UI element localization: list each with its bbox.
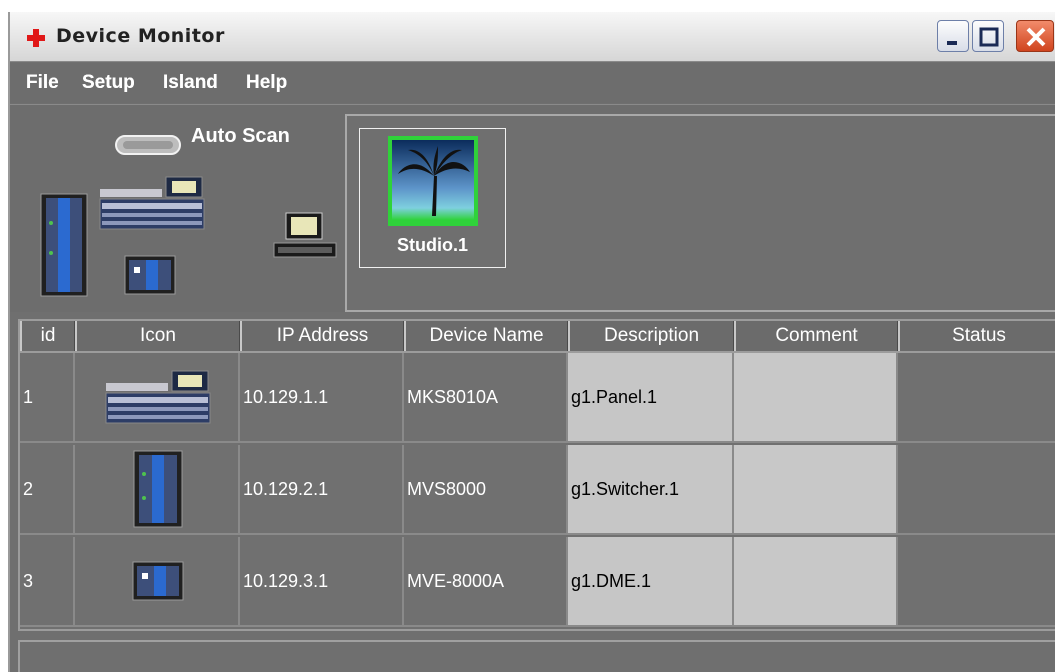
column-header-icon[interactable]: Icon <box>75 321 240 351</box>
island-name: Studio.1 <box>397 235 468 255</box>
menu-island[interactable]: Island <box>163 72 218 94</box>
dme-icon <box>132 561 184 601</box>
maximize-button[interactable] <box>972 20 1004 52</box>
device-monitor-window: Device Monitor File Setup Island Help Au… <box>8 12 1055 672</box>
panel-icon <box>105 370 211 424</box>
table-row[interactable]: 2 10.129.2.1 MVS8000 g1.Switcher.1 <box>20 445 1055 535</box>
cell-icon <box>75 353 240 441</box>
dme-device-icon[interactable] <box>124 255 176 295</box>
cell-id: 1 <box>20 353 75 441</box>
cell-device-name: MVS8000 <box>404 445 568 533</box>
island-studio-card[interactable]: Studio.1 <box>359 128 506 268</box>
switcher-device-icon[interactable] <box>40 193 88 297</box>
device-palette-panel: Auto Scan Studio.1 <box>10 104 1055 312</box>
close-button[interactable] <box>1016 20 1054 52</box>
cell-description[interactable]: g1.Switcher.1 <box>568 445 734 533</box>
cell-device-name: MVE-8000A <box>404 537 568 625</box>
minimize-button[interactable] <box>937 20 969 52</box>
cell-comment[interactable] <box>734 537 898 625</box>
cell-id: 2 <box>20 445 75 533</box>
palm-tree-icon <box>388 136 478 226</box>
minimize-icon <box>947 41 957 45</box>
table-header: id Icon IP Address Device Name Descripti… <box>20 321 1055 353</box>
cell-status <box>898 537 1055 625</box>
cell-description[interactable]: g1.Panel.1 <box>568 353 734 441</box>
device-table: id Icon IP Address Device Name Descripti… <box>18 319 1055 631</box>
cell-device-name: MKS8010A <box>404 353 568 441</box>
cell-description[interactable]: g1.DME.1 <box>568 537 734 625</box>
cell-comment[interactable] <box>734 353 898 441</box>
cell-status <box>898 353 1055 441</box>
table-row[interactable]: 1 10.129.1.1 MKS8010A g1.Panel.1 <box>20 353 1055 443</box>
column-header-status[interactable]: Status <box>898 321 1055 351</box>
cell-comment[interactable] <box>734 445 898 533</box>
maximize-icon <box>979 27 999 47</box>
window-title: Device Monitor <box>56 25 225 47</box>
menu-setup[interactable]: Setup <box>82 72 135 94</box>
switcher-icon <box>133 450 183 528</box>
menu-bar: File Setup Island Help <box>10 63 1055 103</box>
menu-file[interactable]: File <box>26 72 59 94</box>
computer-icon[interactable] <box>272 211 338 261</box>
close-icon <box>1026 27 1046 47</box>
status-bar <box>18 640 1055 672</box>
cell-ip-address: 10.129.3.1 <box>240 537 404 625</box>
column-header-id[interactable]: id <box>20 321 75 351</box>
menu-help[interactable]: Help <box>246 72 287 94</box>
column-header-ip-address[interactable]: IP Address <box>240 321 404 351</box>
cell-ip-address: 10.129.1.1 <box>240 353 404 441</box>
panel-device-icon[interactable] <box>98 175 206 231</box>
title-bar[interactable]: Device Monitor <box>10 12 1055 62</box>
table-row[interactable]: 3 10.129.3.1 MVE-8000A g1.DME.1 <box>20 537 1055 627</box>
column-header-comment[interactable]: Comment <box>734 321 898 351</box>
cell-id: 3 <box>20 537 75 625</box>
cell-icon <box>75 537 240 625</box>
cell-ip-address: 10.129.2.1 <box>240 445 404 533</box>
auto-scan-toggle[interactable] <box>115 135 181 155</box>
cell-icon <box>75 445 240 533</box>
auto-scan-label: Auto Scan <box>191 125 290 147</box>
red-cross-icon <box>27 29 45 47</box>
column-header-device-name[interactable]: Device Name <box>404 321 568 351</box>
column-header-description[interactable]: Description <box>568 321 734 351</box>
cell-status <box>898 445 1055 533</box>
island-area: Studio.1 <box>345 114 1055 312</box>
